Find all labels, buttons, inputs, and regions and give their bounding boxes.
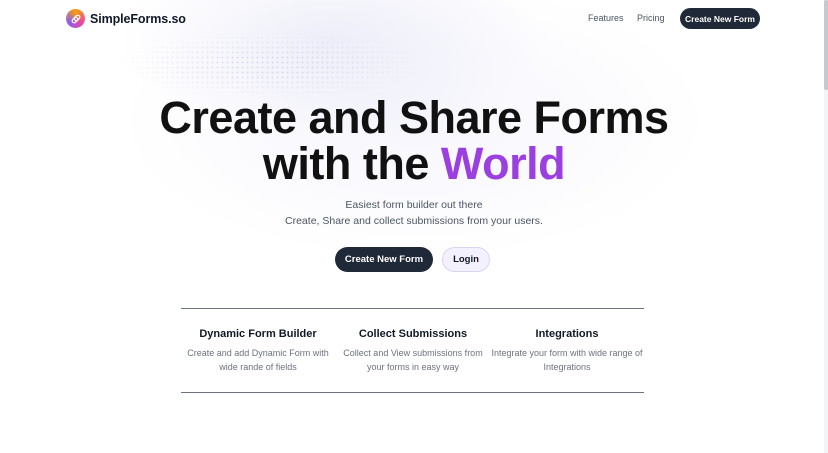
feature-description-line: Create and add Dynamic Form with xyxy=(187,348,329,358)
feature-description-line: Integrations xyxy=(543,362,591,372)
feature-title: Integrations xyxy=(535,328,599,340)
brand[interactable]: SimpleForms.so xyxy=(66,9,186,28)
feature-description: Collect and View submissions from your f… xyxy=(333,346,493,374)
hero-title: Create and Share Forms with the World xyxy=(0,95,828,187)
feature-description: Create and add Dynamic Form with wide ra… xyxy=(178,346,338,374)
feature-description-line: wide rande of fields xyxy=(219,362,297,372)
link-icon xyxy=(66,9,85,28)
feature-title: Dynamic Form Builder xyxy=(199,328,317,340)
feature-collect-submissions: Collect Submissions Collect and View sub… xyxy=(333,328,493,374)
header-create-form-button[interactable]: Create New Form xyxy=(680,8,760,29)
hero-title-line2-prefix: with the xyxy=(262,138,429,189)
feature-description-line: your forms in easy way xyxy=(366,362,460,372)
create-new-form-button[interactable]: Create New Form xyxy=(335,247,433,272)
hero-title-line1: Create and Share Forms xyxy=(159,92,669,143)
nav-features-link[interactable]: Features xyxy=(588,13,624,23)
features-top-divider xyxy=(181,308,644,309)
hero-subtitle-line1: Easiest form builder out there xyxy=(345,199,483,211)
login-button[interactable]: Login xyxy=(442,247,490,272)
hero-subtitle-line2: Create, Share and collect submissions fr… xyxy=(285,215,543,227)
features-bottom-divider xyxy=(181,392,644,393)
hero-title-accent: World xyxy=(440,138,566,189)
feature-dynamic-form-builder: Dynamic Form Builder Create and add Dyna… xyxy=(178,328,338,374)
feature-description-line: Collect and View submissions from xyxy=(343,348,483,358)
nav-pricing-link[interactable]: Pricing xyxy=(637,13,665,23)
brand-name: SimpleForms.so xyxy=(90,11,186,26)
feature-description-line: Integrate your form with wide range of xyxy=(491,348,643,358)
site-header: SimpleForms.so Features Pricing Create N… xyxy=(0,0,828,38)
feature-integrations: Integrations Integrate your form with wi… xyxy=(487,328,647,374)
feature-description: Integrate your form with wide range of I… xyxy=(487,346,647,374)
feature-title: Collect Submissions xyxy=(358,328,468,340)
